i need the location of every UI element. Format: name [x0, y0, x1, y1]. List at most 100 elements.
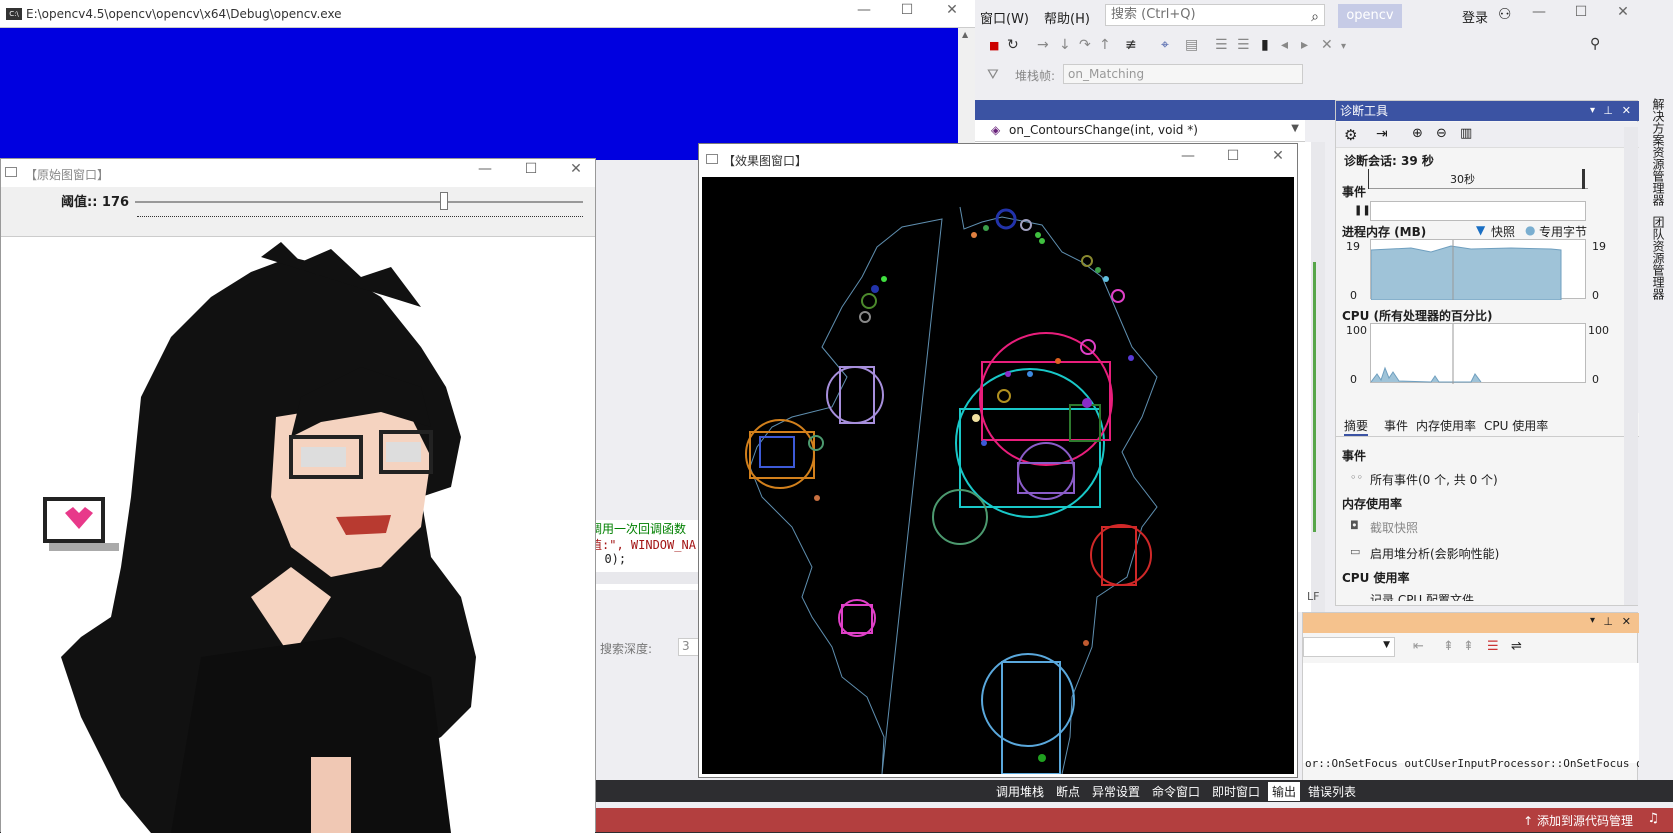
purple-dot — [1005, 371, 1011, 377]
console-scrollbar[interactable]: ▲ — [958, 28, 975, 160]
pin-icon[interactable]: ⊥ — [1603, 615, 1613, 628]
zoom-out-icon[interactable]: ⊖ — [1436, 126, 1447, 141]
pause-icon[interactable]: ❚❚ — [1354, 205, 1371, 216]
bookmark-icon[interactable]: ▮ — [1261, 37, 1269, 53]
stack-frame-select[interactable]: on_Matching — [1063, 64, 1303, 84]
thread-filter-icon[interactable]: ⛛ — [987, 67, 999, 83]
menu-help[interactable]: 帮助(H) — [1044, 8, 1090, 27]
toggle-wrap-icon[interactable]: ⇌ — [1511, 639, 1522, 654]
orig-close-button[interactable]: ✕ — [562, 161, 590, 183]
cpu-axis-min-right: 0 — [1592, 373, 1599, 386]
notification-bell-icon[interactable]: ♫ — [1647, 811, 1659, 826]
step-over-icon[interactable]: ↷ — [1079, 37, 1091, 53]
find-prev-icon[interactable]: ⇤ — [1413, 639, 1424, 654]
code-line-3: , 0); — [590, 552, 627, 566]
output-text-area[interactable] — [1303, 663, 1639, 763]
pin-icon[interactable]: ⊥ — [1603, 101, 1613, 121]
dropdown-icon[interactable]: ▾ — [1590, 615, 1595, 626]
vs-maximize-button[interactable]: ☐ — [1567, 4, 1595, 26]
tab-exception-settings[interactable]: 异常设置 — [1088, 782, 1144, 801]
tab-breakpoints[interactable]: 断点 — [1052, 782, 1084, 801]
effect-title: 【效果图窗口】 — [723, 154, 808, 168]
next-bookmark-icon[interactable]: ▸ — [1301, 37, 1308, 53]
snapshot-legend: 快照 — [1491, 225, 1516, 239]
eye-right — [386, 442, 421, 462]
dropdown-icon[interactable]: ▾ — [1590, 101, 1595, 121]
login-link[interactable]: 登录 — [1462, 7, 1488, 26]
enable-heap-profiling-link[interactable]: 启用堆分析(会影响性能) — [1370, 545, 1499, 562]
stop-icon[interactable]: ■ — [989, 39, 999, 52]
orig-maximize-button[interactable]: ☐ — [517, 161, 545, 183]
thread-icon[interactable]: ≢ — [1125, 37, 1137, 53]
user-icon[interactable]: ⚇ — [1498, 5, 1511, 23]
diag-session-time: 诊断会话: 39 秒 — [1344, 154, 1434, 168]
events-section-head[interactable]: 事件 — [1342, 183, 1366, 200]
list-events-item[interactable]: 所有事件(0 个, 共 0 个) — [1370, 471, 1498, 488]
vs-search-input[interactable]: 搜索 (Ctrl+Q) ⌕ — [1105, 4, 1325, 26]
word-wrap-icon[interactable]: ⇞ — [1463, 639, 1474, 654]
tab-output[interactable]: 输出 — [1268, 782, 1301, 801]
function-navigation-bar[interactable]: ◈ on_ContoursChange(int, void *) ▼ — [975, 120, 1305, 142]
pointer-icon[interactable]: ⌖ — [1161, 37, 1169, 53]
console-maximize-button[interactable]: ☐ — [893, 2, 921, 24]
tab-events[interactable]: 事件 — [1384, 417, 1408, 434]
vs-menubar: 窗口(W) 帮助(H) 搜索 (Ctrl+Q) ⌕ opencv 登录 ⚇ — … — [975, 0, 1673, 32]
console-close-button[interactable]: ✕ — [938, 2, 966, 24]
zoom-in-icon[interactable]: ⊕ — [1412, 126, 1423, 141]
step-out-icon[interactable]: ↑ — [1099, 37, 1111, 53]
arm-shape — [311, 757, 351, 833]
tab-command-window[interactable]: 命令窗口 — [1148, 782, 1204, 801]
tab-immediate-window[interactable]: 即时窗口 — [1208, 782, 1264, 801]
console-minimize-button[interactable]: — — [850, 2, 878, 24]
vs-minimize-button[interactable]: — — [1525, 4, 1553, 26]
memory-section-head[interactable]: 进程内存 (MB) — [1342, 223, 1426, 240]
stack-frame-value: on_Matching — [1068, 67, 1145, 81]
add-to-source-control[interactable]: ↑ 添加到源代码管理 — [1523, 812, 1633, 829]
editor-scrollbar[interactable] — [1311, 142, 1325, 612]
vs-close-button[interactable]: ✕ — [1609, 4, 1637, 26]
list-icon[interactable]: ☰ — [1487, 639, 1499, 654]
threshold-slider-track[interactable] — [135, 201, 583, 203]
effect-close-button[interactable]: ✕ — [1264, 148, 1292, 170]
original-image-window: 【原始图窗口】 — ☐ ✕ 阈值:: 176 — [0, 158, 596, 833]
tab-error-list[interactable]: 错误列表 — [1304, 782, 1360, 801]
step-into-icon[interactable]: ↓ — [1059, 37, 1071, 53]
timeline-start-tick — [1368, 169, 1369, 189]
toolbar-overflow-icon[interactable]: ▾ — [1341, 41, 1346, 52]
tab-call-stack[interactable]: 调用堆栈 — [992, 782, 1048, 801]
effect-minimize-button[interactable]: — — [1174, 148, 1202, 170]
reset-zoom-icon[interactable]: ▥ — [1460, 126, 1472, 141]
comment-icon[interactable]: ▤ — [1185, 37, 1198, 53]
orig-minimize-button[interactable]: — — [471, 161, 499, 183]
tab-summary[interactable]: 摘要 — [1344, 417, 1369, 436]
menu-window[interactable]: 窗口(W) — [980, 8, 1029, 27]
show-next-icon[interactable]: → — [1037, 37, 1049, 53]
tab-cpu[interactable]: CPU 使用率 — [1484, 417, 1548, 434]
restart-icon[interactable]: ↻ — [1007, 37, 1019, 53]
cpu-section-head[interactable]: CPU (所有处理器的百分比) — [1342, 307, 1493, 324]
take-snapshot-link[interactable]: 截取快照 — [1370, 519, 1418, 536]
clear-bookmark-icon[interactable]: ✕ — [1321, 37, 1333, 53]
output-source-select[interactable]: ▼ — [1303, 637, 1395, 657]
close-icon[interactable]: ✕ — [1622, 101, 1631, 121]
indent-icon[interactable]: ☰ — [1215, 37, 1228, 53]
gear-icon[interactable]: ⚙ — [1344, 126, 1357, 144]
prev-bookmark-icon[interactable]: ◂ — [1281, 37, 1288, 53]
scroll-up-icon[interactable]: ▲ — [962, 30, 968, 39]
solution-explorer-tab[interactable]: 解决方案资源管理器 — [1650, 98, 1667, 206]
clear-all-icon[interactable]: ⇞ — [1443, 639, 1454, 654]
effect-maximize-button[interactable]: ☐ — [1219, 148, 1247, 170]
diag-scrollbar[interactable] — [1624, 127, 1638, 605]
record-cpu-profile-link[interactable]: 记录 CPU 配置文件 — [1370, 591, 1474, 601]
diag-timeline[interactable]: 30秒 — [1368, 169, 1588, 189]
green-dot — [983, 225, 989, 231]
pin-icon[interactable]: ⚲ — [1590, 36, 1600, 52]
export-icon[interactable]: ⇥ — [1376, 126, 1388, 142]
threshold-slider-thumb[interactable] — [440, 192, 449, 210]
code-hscroll[interactable] — [590, 572, 710, 584]
close-icon[interactable]: ✕ — [1622, 615, 1631, 628]
outdent-icon[interactable]: ☰ — [1237, 37, 1250, 53]
purple-enclosing-circle — [1017, 442, 1075, 500]
tab-memory[interactable]: 内存使用率 — [1416, 417, 1476, 434]
team-explorer-tab[interactable]: 团队资源管理器 — [1650, 216, 1667, 300]
